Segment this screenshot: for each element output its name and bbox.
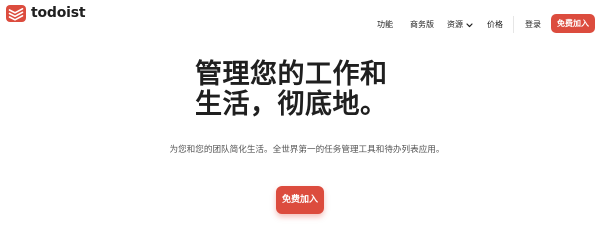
hero-title-line-2: 生活，彻底地。 [195,89,388,120]
nav-divider [513,16,514,33]
brand-name: todoist [31,5,86,21]
brand-home-link[interactable]: todoist [6,5,86,22]
site-header: todoist 功能 商务版 资源 价格 登录 免费加入 [0,0,600,46]
todoist-logo-icon [6,5,26,22]
login-link[interactable]: 登录 [525,18,541,32]
nav-resources[interactable]: 资源 [447,18,473,32]
chevron-down-icon [466,22,473,27]
nav-business[interactable]: 商务版 [410,18,434,32]
hero-title-line-1: 管理您的工作和 [195,59,388,90]
header-signup-button[interactable]: 免费加入 [551,14,595,33]
hero-signup-button[interactable]: 免费加入 [276,186,324,214]
nav-resources-label: 资源 [447,20,463,29]
nav-features[interactable]: 功能 [377,18,393,32]
todoist-homepage: todoist 功能 商务版 资源 价格 登录 免费加入 管理您的工作和 生活，… [0,0,600,236]
hero-title: 管理您的工作和 生活，彻底地。 [195,60,455,120]
hero-subtitle: 为您和您的团队简化生活。全世界第一的任务管理工具和待办列表应用。 [169,145,445,155]
nav-pricing[interactable]: 价格 [487,18,503,32]
